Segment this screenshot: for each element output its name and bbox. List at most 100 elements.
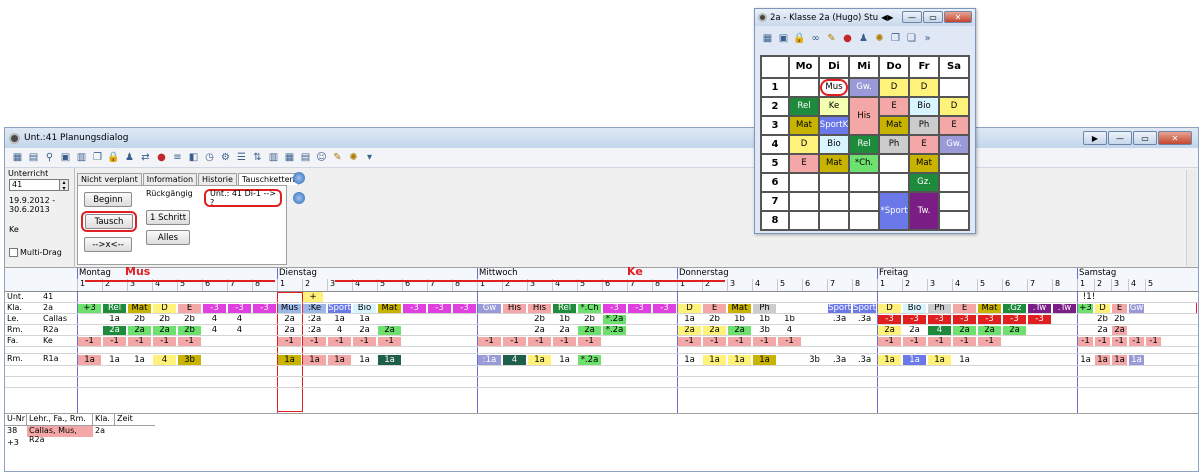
plan-cell[interactable]: -1 bbox=[178, 337, 201, 346]
plan-cell[interactable]: -1 bbox=[1146, 337, 1161, 346]
plan-cell[interactable]: 1a bbox=[1129, 355, 1144, 365]
link-icon[interactable]: ∞ bbox=[809, 32, 822, 45]
plan-cell[interactable]: 4 bbox=[778, 326, 801, 335]
timetable-cell[interactable]: Bio bbox=[909, 97, 939, 116]
plan-cell[interactable]: 2b bbox=[578, 315, 601, 324]
timetable-cell[interactable] bbox=[879, 173, 909, 192]
plan-cell[interactable]: -3 bbox=[253, 304, 276, 313]
plan-cell[interactable]: -3 bbox=[203, 304, 226, 313]
plan-cell[interactable]: 2a bbox=[1112, 326, 1127, 335]
bottom-row[interactable]: 38 Callas, Mus, R2a 2a bbox=[5, 426, 155, 444]
plan-cell[interactable]: 1b bbox=[753, 315, 776, 324]
timetable-cell[interactable]: His bbox=[849, 97, 879, 135]
print-icon[interactable]: ▣ bbox=[777, 32, 790, 45]
maximize-button[interactable]: ▭ bbox=[1133, 131, 1157, 145]
plan-cell[interactable]: -3 bbox=[403, 304, 426, 313]
plan-cell[interactable]: 2b bbox=[128, 315, 151, 324]
plan-cell[interactable]: -1 bbox=[878, 337, 901, 346]
timetable-cell[interactable]: E bbox=[939, 116, 969, 135]
plan-cell[interactable]: -1 bbox=[703, 337, 726, 346]
plan-cell[interactable]: 2a bbox=[353, 326, 376, 335]
filter-icon[interactable]: ☰ bbox=[235, 151, 248, 164]
plan-cell[interactable]: Sport bbox=[853, 304, 876, 313]
back-circle-icon[interactable] bbox=[293, 172, 305, 184]
plan-cell[interactable]: 1a bbox=[703, 355, 726, 365]
plan-cell[interactable]: -1 bbox=[1112, 337, 1127, 346]
ein-schritt-button[interactable]: 1 Schritt bbox=[146, 210, 190, 225]
plan-cell[interactable]: 2b bbox=[528, 315, 551, 324]
plan-cell[interactable]: 1a bbox=[753, 355, 776, 365]
popup-minimize-button[interactable]: — bbox=[902, 11, 922, 23]
timetable-cell[interactable] bbox=[849, 173, 879, 192]
plan-cell[interactable]: 2a bbox=[153, 326, 176, 335]
plan-cell[interactable]: 2b bbox=[178, 326, 201, 335]
plan-cell[interactable]: -3 bbox=[928, 315, 951, 324]
plan-cell[interactable]: 1a bbox=[528, 355, 551, 365]
timetable-cell[interactable]: D bbox=[909, 78, 939, 97]
plan-cell[interactable]: Mat bbox=[378, 304, 401, 313]
plan-cell[interactable]: +3 bbox=[78, 304, 101, 313]
plan-cell[interactable]: Bio bbox=[903, 304, 926, 313]
calc-icon[interactable]: ▤ bbox=[299, 151, 312, 164]
plan-cell[interactable]: -1 bbox=[478, 337, 501, 346]
lock-icon[interactable]: 🔒 bbox=[793, 32, 806, 45]
plan-cell[interactable]: -3 bbox=[1003, 315, 1026, 324]
beginn-button[interactable]: Beginn bbox=[84, 192, 132, 207]
plan-cell[interactable]: +3 bbox=[1078, 304, 1093, 313]
timetable-cell[interactable] bbox=[939, 173, 969, 192]
timetable-cell[interactable] bbox=[789, 192, 819, 211]
plan-cell[interactable]: E bbox=[178, 304, 201, 313]
timetable-cell[interactable] bbox=[789, 211, 819, 230]
plan-cell[interactable]: 1a bbox=[728, 355, 751, 365]
plan-cell[interactable]: 2b bbox=[1095, 315, 1110, 324]
plan-cell[interactable]: 2a bbox=[903, 326, 926, 335]
people-icon[interactable]: ♟ bbox=[123, 151, 136, 164]
timetable-cell[interactable]: Gw. bbox=[939, 135, 969, 154]
plan-cell[interactable]: Mat bbox=[728, 304, 751, 313]
plan-cell[interactable]: -3 bbox=[978, 315, 1001, 324]
plan-cell[interactable]: Gw bbox=[478, 304, 501, 313]
expand-button[interactable]: ▶ bbox=[1083, 131, 1107, 145]
copy-icon[interactable]: ❐ bbox=[889, 32, 902, 45]
timetable-cell[interactable]: Mat bbox=[819, 154, 849, 173]
plan-cell[interactable]: 2b bbox=[703, 315, 726, 324]
popup-close-button[interactable]: ✕ bbox=[944, 11, 972, 23]
plan-cell[interactable]: Mat bbox=[978, 304, 1001, 313]
lock-icon[interactable]: 🔒 bbox=[107, 151, 120, 164]
table-icon[interactable]: ▥ bbox=[75, 151, 88, 164]
plan-cell[interactable]: 1a bbox=[353, 355, 376, 365]
popup-maximize-button[interactable]: ▭ bbox=[923, 11, 943, 23]
timetable-cell[interactable]: Tw. bbox=[909, 192, 939, 230]
plan-cell[interactable]: Gw bbox=[1129, 304, 1144, 313]
edit-icon[interactable]: ✎ bbox=[825, 32, 838, 45]
plan-cell[interactable]: -1 bbox=[503, 337, 526, 346]
plan-cell[interactable]: 2a bbox=[553, 326, 576, 335]
plan-cell[interactable]: -3 bbox=[953, 315, 976, 324]
timetable-cell[interactable]: SportK bbox=[819, 116, 849, 135]
plan-cell[interactable]: *.2a bbox=[578, 355, 601, 365]
plan-cell[interactable]: 1a bbox=[328, 315, 351, 324]
plan-cell[interactable]: 2a bbox=[1003, 326, 1026, 335]
plan-cell[interactable]: -1 bbox=[1078, 337, 1093, 346]
plan-cell[interactable]: 1a bbox=[78, 355, 101, 365]
plan-cell[interactable]: E bbox=[953, 304, 976, 313]
timetable-cell[interactable]: Gz. bbox=[909, 173, 939, 192]
plan-cell[interactable]: -1 bbox=[78, 337, 101, 346]
timetable-cell[interactable]: Ke bbox=[819, 97, 849, 116]
paste-icon[interactable]: ❏ bbox=[905, 32, 918, 45]
plan-cell[interactable]: -1 bbox=[728, 337, 751, 346]
plan-cell[interactable]: *.2a bbox=[603, 326, 626, 335]
plan-cell[interactable]: -1 bbox=[103, 337, 126, 346]
plan-cell[interactable]: -1 bbox=[553, 337, 576, 346]
plan-cell[interactable]: Ph bbox=[928, 304, 951, 313]
calendar-icon[interactable]: ▤ bbox=[27, 151, 40, 164]
plan-cell[interactable]: .Tw bbox=[1053, 304, 1076, 313]
plan-cell[interactable]: -1 bbox=[328, 337, 351, 346]
plan-cell[interactable]: -1 bbox=[778, 337, 801, 346]
copy-icon[interactable]: ❐ bbox=[91, 151, 104, 164]
plan-cell[interactable]: -1 bbox=[303, 337, 326, 346]
plan-cell[interactable]: D bbox=[878, 304, 901, 313]
gear-icon[interactable]: ✺ bbox=[873, 32, 886, 45]
plan-cell[interactable]: 4 bbox=[203, 315, 226, 324]
plan-cell[interactable]: .3a bbox=[828, 355, 851, 365]
